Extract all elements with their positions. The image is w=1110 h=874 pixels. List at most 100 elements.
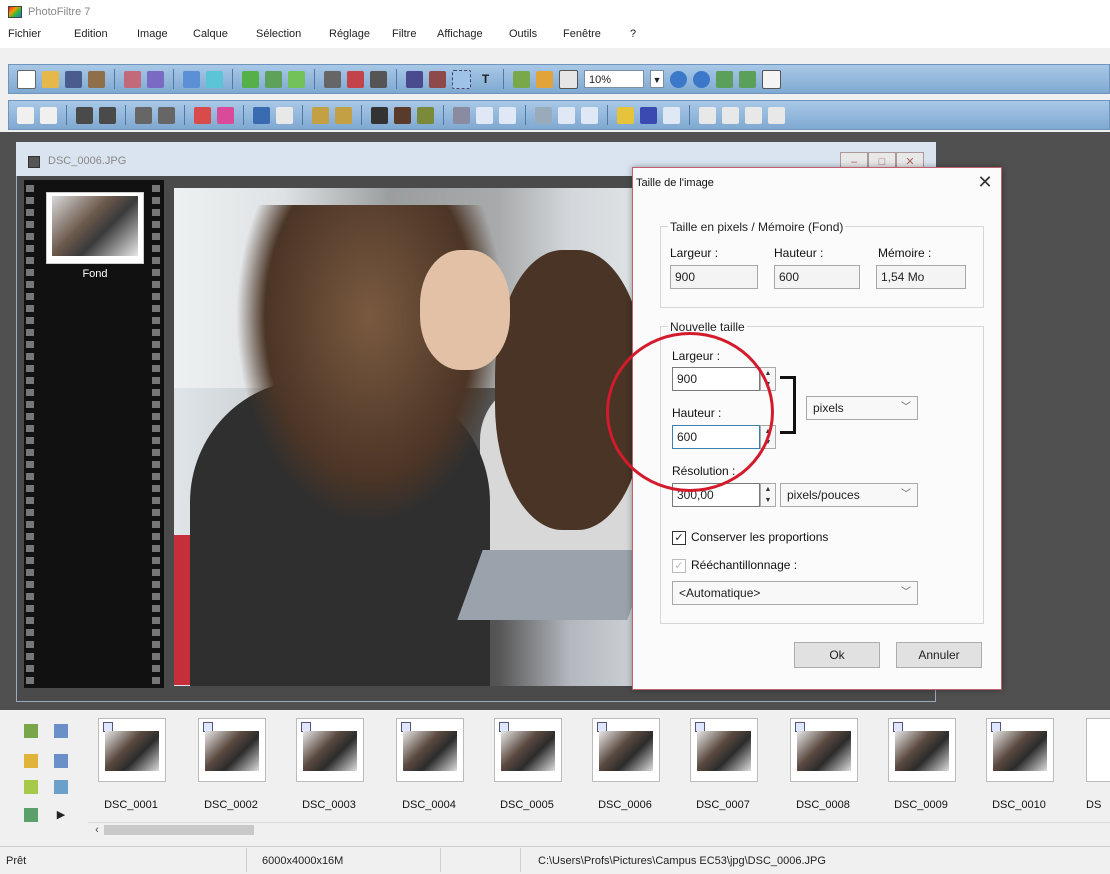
saturation-minus-icon[interactable]: [217, 106, 234, 124]
text-icon[interactable]: T: [477, 71, 494, 88]
browser-folder-icon[interactable]: [54, 780, 68, 794]
browser-folder-icon[interactable]: [54, 724, 68, 738]
keep-proportions-checkbox[interactable]: ✓: [672, 531, 686, 545]
toolbar-separator: [503, 69, 504, 89]
gamma-plus-icon[interactable]: [135, 106, 152, 124]
thumbnail[interactable]: [396, 718, 464, 782]
play-icon[interactable]: ▶: [54, 808, 68, 822]
undo-icon[interactable]: [183, 70, 200, 88]
new-file-icon[interactable]: [17, 69, 36, 89]
toolbar-separator: [443, 105, 444, 125]
resample-checkbox[interactable]: ✓: [672, 559, 686, 573]
texture-icon[interactable]: [663, 106, 680, 124]
ok-button[interactable]: Ok: [794, 642, 880, 668]
brightness-plus-icon[interactable]: [17, 106, 34, 124]
menu-reglage[interactable]: Réglage: [329, 28, 370, 40]
brightness-minus-icon[interactable]: [40, 106, 57, 124]
copy-icon[interactable]: [242, 70, 259, 88]
chevron-left-icon[interactable]: ‹: [90, 822, 104, 838]
browser-folder-icon[interactable]: [24, 724, 38, 738]
menu-affichage[interactable]: Affichage: [437, 28, 483, 40]
negative-icon[interactable]: [417, 106, 434, 124]
thumbnail[interactable]: [986, 718, 1054, 782]
chevron-down-icon[interactable]: ▼: [650, 70, 664, 88]
flip-vertical-icon[interactable]: [722, 106, 739, 124]
unit-select[interactable]: pixels ﹀: [806, 396, 918, 420]
frame-icon[interactable]: [617, 106, 634, 124]
blur-icon[interactable]: [453, 106, 470, 124]
saturation-plus-icon[interactable]: [194, 106, 211, 124]
image-size-icon[interactable]: [406, 70, 423, 88]
menu-selection[interactable]: Sélection: [256, 28, 301, 40]
cancel-button[interactable]: Annuler: [896, 642, 982, 668]
print-icon[interactable]: [124, 70, 141, 88]
thumbnail[interactable]: [790, 718, 858, 782]
selection-icon[interactable]: [452, 69, 471, 89]
resample-mode-select[interactable]: <Automatique> ﹀: [672, 581, 918, 605]
sepia-icon[interactable]: [394, 106, 411, 124]
rotate-right-icon[interactable]: [768, 106, 785, 124]
scrollbar-thumb[interactable]: [104, 825, 254, 835]
noise-icon[interactable]: [581, 106, 598, 124]
menu-calque[interactable]: Calque: [193, 28, 228, 40]
save-as-icon[interactable]: [88, 70, 105, 88]
canvas-icon[interactable]: [370, 70, 387, 88]
thumbnail[interactable]: [296, 718, 364, 782]
sharpen-icon[interactable]: [499, 106, 516, 124]
contrast-plus-icon[interactable]: [76, 106, 93, 124]
auto-contrast-icon[interactable]: [335, 106, 352, 124]
emboss-icon[interactable]: [535, 106, 552, 124]
fullscreen-icon[interactable]: [762, 69, 781, 89]
save-icon[interactable]: [65, 70, 82, 88]
paste-new-icon[interactable]: [288, 70, 305, 88]
menu-outils[interactable]: Outils: [509, 28, 537, 40]
zoom-in-icon[interactable]: [670, 70, 687, 88]
soften-icon[interactable]: [476, 106, 493, 124]
open-file-icon[interactable]: [42, 70, 59, 88]
effects-icon[interactable]: [536, 70, 553, 88]
layer-icon[interactable]: [513, 70, 530, 88]
thumbnail[interactable]: [494, 718, 562, 782]
thumbnail[interactable]: [592, 718, 660, 782]
menu-image[interactable]: Image: [137, 28, 168, 40]
zoom-input[interactable]: 10%: [584, 70, 644, 88]
curves-icon[interactable]: [276, 106, 293, 124]
rotate-left-icon[interactable]: [745, 106, 762, 124]
gamma-minus-icon[interactable]: [158, 106, 175, 124]
flip-horizontal-icon[interactable]: [699, 106, 716, 124]
redo-icon[interactable]: [206, 70, 223, 88]
browser-folder-icon[interactable]: [24, 808, 38, 822]
scan-icon[interactable]: [147, 70, 164, 88]
thumbnail[interactable]: [888, 718, 956, 782]
drop-icon[interactable]: [558, 106, 575, 124]
grayscale-icon[interactable]: [371, 106, 388, 124]
browser-folder-icon[interactable]: [24, 780, 38, 794]
auto-levels-icon[interactable]: [312, 106, 329, 124]
thumbnail[interactable]: [198, 718, 266, 782]
levels-icon[interactable]: [253, 106, 270, 124]
browser-folder-icon[interactable]: [54, 754, 68, 768]
menu-edition[interactable]: Edition: [74, 28, 108, 40]
palette-icon[interactable]: [347, 70, 364, 88]
menu-fichier[interactable]: Fichier: [8, 28, 41, 40]
app-title: PhotoFiltre 7: [28, 6, 91, 18]
contrast-minus-icon[interactable]: [99, 106, 116, 124]
thumbnail[interactable]: [98, 718, 166, 782]
browser-folder-icon[interactable]: [24, 754, 38, 768]
thumbnail[interactable]: [1086, 718, 1110, 782]
zoom-out-icon[interactable]: [693, 70, 710, 88]
paste-icon[interactable]: [265, 70, 282, 88]
gradient-icon[interactable]: [324, 70, 341, 88]
close-icon[interactable]: ✕: [974, 171, 996, 193]
window-icon[interactable]: [559, 69, 578, 89]
menu-filtre[interactable]: Filtre: [392, 28, 416, 40]
fit-window-icon[interactable]: [716, 70, 733, 88]
actual-size-icon[interactable]: [739, 70, 756, 88]
resolution-spinner[interactable]: ▲ ▼: [760, 483, 776, 507]
resolution-unit-select[interactable]: pixels/pouces ﹀: [780, 483, 918, 507]
border-icon[interactable]: [640, 106, 657, 124]
thumbnail[interactable]: [690, 718, 758, 782]
canvas-size-icon[interactable]: [429, 70, 446, 88]
menu-help[interactable]: ?: [630, 28, 636, 40]
menu-fenetre[interactable]: Fenêtre: [563, 28, 601, 40]
